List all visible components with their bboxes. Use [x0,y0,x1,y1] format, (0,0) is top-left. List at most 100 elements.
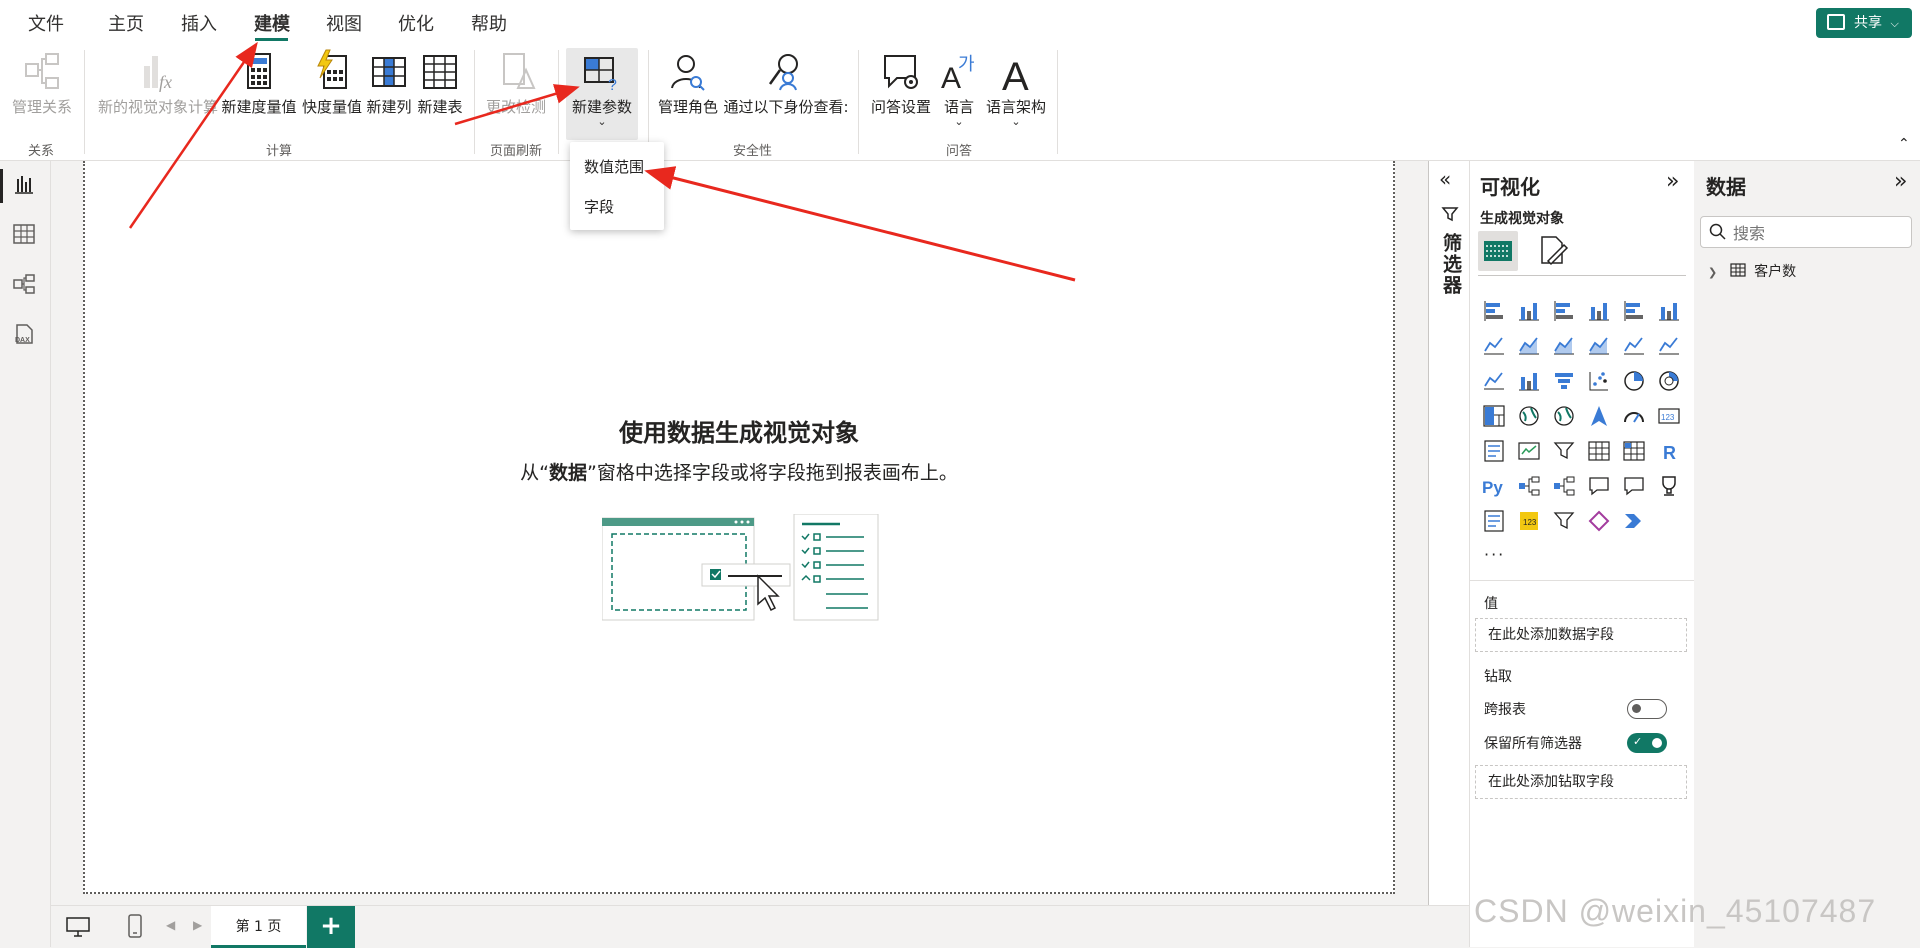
r-visual-icon[interactable]: R [1657,439,1681,463]
linguistic-schema-button[interactable]: A 语言架构 ⌄ [984,48,1048,127]
multirow-card-icon[interactable] [1482,439,1506,463]
manage-roles-button[interactable]: 管理角色 [656,48,720,117]
collapse-ribbon-icon[interactable]: ⌃ [1898,136,1910,152]
filled-map-icon[interactable] [1552,404,1576,428]
decomposition-tree-icon[interactable] [1552,474,1576,498]
menu-file[interactable]: 文件 [28,10,64,36]
build-visual-tab[interactable] [1478,231,1518,271]
ribbon-icon[interactable] [1482,369,1506,393]
new-measure-button[interactable]: 新建度量值 [221,48,297,117]
dax-query-view-icon[interactable]: DAX [12,323,36,345]
scroll-right-icon[interactable]: ▶ [193,918,202,932]
area-icon[interactable] [1517,334,1541,358]
clustered-bar-icon[interactable] [1552,299,1576,323]
menu-insert[interactable]: 插入 [181,10,217,36]
line-column-icon[interactable] [1622,334,1646,358]
table-view-icon[interactable] [12,223,36,245]
new-visual-calculation-button[interactable]: fx 新的视觉对象计算 [96,48,220,117]
funnel-icon[interactable] [1552,369,1576,393]
card-new-icon[interactable]: 123 [1517,509,1541,533]
new-table-icon [420,48,460,96]
share-label: 共享 [1854,15,1882,31]
values-drop-zone[interactable]: 在此处添加数据字段 [1475,618,1687,652]
desktop-layout-icon[interactable] [65,916,91,942]
keep-all-filters-toggle[interactable]: ✓ [1627,733,1667,753]
waterfall-icon[interactable] [1517,369,1541,393]
python-visual-icon[interactable]: Py [1482,474,1506,498]
table-icon[interactable] [1587,439,1611,463]
100-area-icon[interactable] [1587,334,1611,358]
card-icon[interactable]: 123 [1657,404,1681,428]
data-search-box[interactable] [1700,216,1912,248]
share-button[interactable]: 共享 ⌵ [1816,8,1912,38]
view-as-button[interactable]: 通过以下身份查看: [722,48,850,117]
narrative-icon[interactable] [1622,474,1646,498]
search-input[interactable] [1731,220,1905,246]
expand-filters-icon[interactable]: « [1439,167,1451,191]
numeric-range-option[interactable]: 数值范围 [584,156,644,177]
ribbon: 管理关系 fx 新的视觉对象计算 新建度量值 快度量值 新建列 新建表 更改检测… [0,44,1920,161]
report-view-icon[interactable] [12,173,36,195]
ribbon-separator [474,50,475,154]
cross-report-toggle[interactable] [1627,699,1667,719]
slicer-new-icon[interactable] [1552,509,1576,533]
model-view-icon[interactable] [12,273,36,295]
fields-option[interactable]: 字段 [584,196,614,217]
scatter-icon[interactable] [1587,369,1611,393]
menu-view[interactable]: 视图 [326,10,362,36]
new-column-button[interactable]: 新建列 [364,48,414,117]
qa-setup-button[interactable]: 问答设置 [866,48,936,117]
treemap-icon[interactable] [1482,404,1506,428]
more-visuals-button[interactable]: ··· [1484,545,1505,564]
pie-icon[interactable] [1622,369,1646,393]
scroll-left-icon[interactable]: ◀ [166,918,175,932]
line-icon[interactable] [1482,334,1506,358]
clustered-column-icon[interactable] [1587,299,1611,323]
slicer-icon[interactable] [1552,439,1576,463]
azure-map-icon[interactable] [1587,404,1611,428]
checkmark-icon: ✓ [1633,735,1643,748]
new-table-button[interactable]: 新建表 [414,48,466,117]
collapse-viz-pane-icon[interactable]: » [1666,169,1679,194]
collapse-data-pane-icon[interactable]: » [1894,169,1907,194]
stacked-column-icon[interactable] [1517,299,1541,323]
format-visual-tab[interactable] [1534,233,1570,269]
menu-modeling[interactable]: 建模 [254,10,290,36]
drill-through-drop-zone[interactable]: 在此处添加钻取字段 [1475,765,1687,799]
ribbon-separator [84,50,85,154]
empty-canvas-illustration [601,513,892,626]
100-column-icon[interactable] [1657,299,1681,323]
map-icon[interactable] [1517,404,1541,428]
gauge-icon[interactable] [1622,404,1646,428]
100-bar-icon[interactable] [1622,299,1646,323]
matrix-icon[interactable] [1622,439,1646,463]
new-parameter-button[interactable]: ? 新建参数 ⌄ [566,48,638,140]
report-canvas[interactable]: 使用数据生成视觉对象 从“数据”窗格中选择字段或将字段拖到报表画布上。 [83,161,1395,894]
table-item[interactable]: ❯ 客户数 [1708,261,1796,283]
power-apps-icon[interactable] [1587,509,1611,533]
new-parameter-dropdown: 数值范围 字段 [570,142,664,230]
donut-icon[interactable] [1657,369,1681,393]
mobile-layout-icon[interactable] [127,914,143,942]
metrics-icon[interactable] [1657,474,1681,498]
filter-pane-collapsed[interactable]: « 筛选器 [1428,161,1470,905]
kpi-icon[interactable] [1517,439,1541,463]
qa-icon[interactable] [1587,474,1611,498]
menu-optimize[interactable]: 优化 [398,10,434,36]
menu-help[interactable]: 帮助 [471,10,507,36]
manage-relationships-button[interactable]: 管理关系 [10,48,74,117]
chevron-down-icon: ⌵ [1890,17,1899,30]
change-detection-button[interactable]: 更改检测 [484,48,548,117]
quick-measure-button[interactable]: 快度量值 [300,48,364,117]
language-button[interactable]: A가 语言 ⌄ [938,48,980,127]
line-clustered-icon[interactable] [1657,334,1681,358]
key-influencers-icon[interactable] [1517,474,1541,498]
add-page-button[interactable]: + [307,906,355,948]
power-automate-icon[interactable] [1622,509,1646,533]
page-tab-1[interactable]: 第 1 页 [211,906,306,948]
menu-home[interactable]: 主页 [108,10,144,36]
svg-text:R: R [1663,443,1676,463]
paginated-report-icon[interactable] [1482,509,1506,533]
stacked-bar-icon[interactable] [1482,299,1506,323]
stacked-area-icon[interactable] [1552,334,1576,358]
